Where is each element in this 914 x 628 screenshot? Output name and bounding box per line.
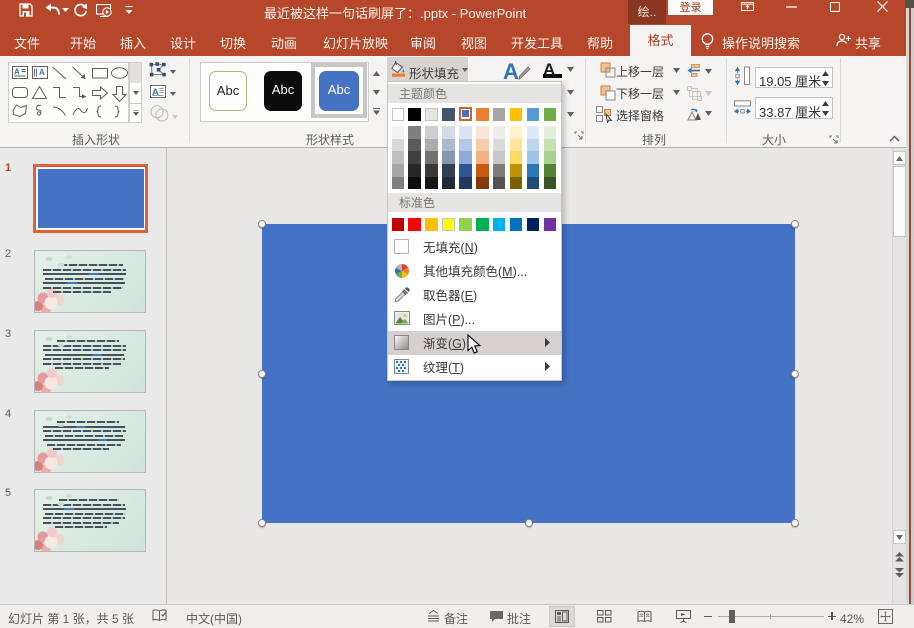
svg-text:A: A [152,87,159,98]
svg-text:A: A [14,68,20,77]
svg-text:A: A [39,68,45,77]
